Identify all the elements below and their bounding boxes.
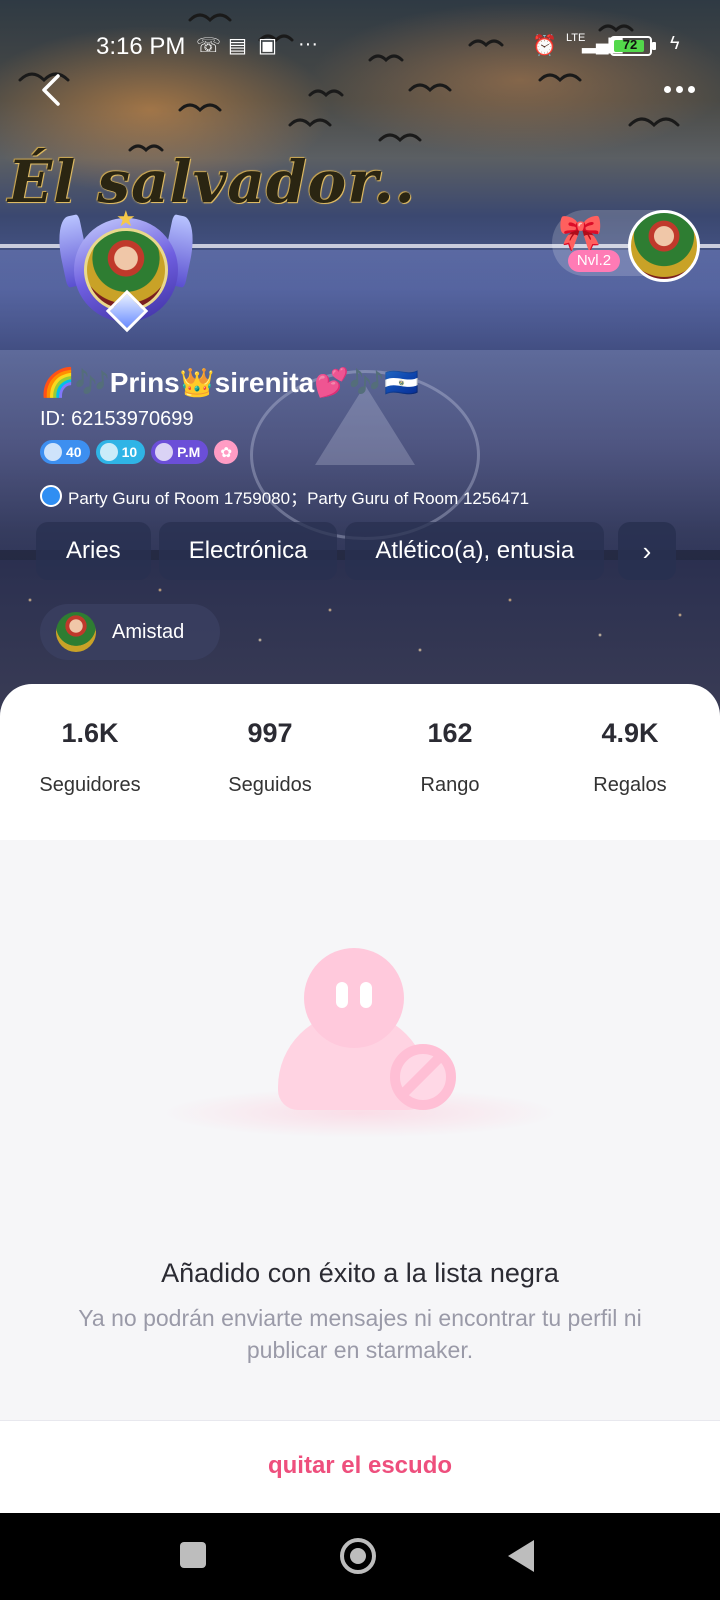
party-guru-info: Party Guru of Room 1759080；Party Guru of… (40, 484, 529, 508)
home-icon[interactable] (340, 1538, 376, 1574)
stat-rank[interactable]: 162 Rango (360, 712, 540, 797)
level-avatar[interactable] (628, 210, 700, 282)
diamond-level-badge[interactable]: 40 (40, 440, 90, 464)
message-icon: ▤ (228, 35, 247, 57)
bow-icon: 🎀 (558, 212, 603, 253)
party-guru-icon (40, 485, 62, 507)
diamond-icon (44, 443, 62, 461)
stat-label: Regalos (593, 774, 667, 796)
status-time: 3:16 PM (96, 33, 186, 60)
missed-call-icon: ☏ (196, 35, 222, 57)
family-badge[interactable]: P.M (151, 440, 209, 464)
status-bar: 3:16 PM ☏ ▤ ▣ ··· ⏰ LTE ▂▄▆ 72 ϟ (0, 28, 720, 64)
stat-value: 162 (427, 718, 473, 748)
stat-following[interactable]: 997 Seguidos (180, 712, 360, 797)
badge-label: 40 (66, 444, 82, 460)
battery-icon: 72 (610, 36, 652, 56)
stat-followers[interactable]: 1.6K Seguidores (0, 712, 180, 797)
badge-label: 10 (121, 444, 138, 460)
family-icon (155, 443, 174, 461)
gem-level-badge[interactable]: 10 (95, 440, 146, 464)
stat-label: Rango (420, 774, 480, 796)
user-id[interactable]: ID: 62153970699 (40, 408, 193, 431)
back-triangle-icon[interactable] (508, 1540, 534, 1572)
stat-label: Seguidores (39, 774, 141, 796)
stat-value: 1.6K (61, 718, 119, 748)
more-options-icon[interactable] (664, 80, 704, 100)
chevron-right-icon[interactable]: › (618, 522, 676, 580)
blocked-user-illustration (160, 948, 560, 1148)
stat-value: 997 (247, 718, 293, 748)
relation-label: Amistad (112, 620, 185, 643)
tag-electronica[interactable]: Electrónica (158, 522, 338, 580)
gem-icon (99, 443, 118, 461)
tag-atletico[interactable]: Atlético(a), entusia (345, 522, 605, 580)
avatar[interactable]: ★ (53, 206, 199, 336)
stat-value: 4.9K (601, 718, 659, 748)
more-notifications-icon: ··· (298, 33, 318, 55)
battery-percent: 72 (622, 37, 638, 52)
star-icon: ★ (116, 206, 136, 231)
flower-badge-icon[interactable]: ✿ (214, 440, 239, 464)
back-arrow-icon[interactable] (34, 72, 70, 108)
app-notification-icon: ▣ (258, 35, 277, 57)
relation-chip[interactable]: Amistad (40, 604, 220, 660)
profile-name: 🌈🎶Prins👑sirenita💕🎶🇸🇻 (40, 367, 419, 398)
badge-row: 40 10 P.M ✿ (40, 440, 239, 464)
level-label: Nvl.2 (568, 250, 620, 272)
tag-aries[interactable]: Aries (36, 522, 151, 580)
stat-gifts[interactable]: 4.9K Regalos (540, 712, 720, 797)
alarm-icon: ⏰ (532, 35, 557, 57)
stats-row: 1.6K Seguidores 997 Seguidos 162 Rango 4… (0, 712, 720, 797)
badge-label: P.M (177, 444, 201, 460)
charging-icon: ϟ (670, 33, 680, 53)
unblock-button[interactable]: quitar el escudo (0, 1452, 720, 1480)
blocked-description: Ya no podrán enviarte mensajes ni encont… (78, 1305, 642, 1363)
party-guru-text: Party Guru of Room 1759080；Party Guru of… (68, 488, 530, 508)
block-icon (390, 1044, 456, 1110)
interest-tags: Aries Electrónica Atlético(a), entusia (36, 522, 636, 580)
blocked-title: Añadido con éxito a la lista negra (161, 1258, 559, 1288)
recent-apps-icon[interactable] (180, 1542, 206, 1568)
battery-tip (652, 42, 656, 50)
stat-label: Seguidos (228, 774, 312, 796)
relation-avatar (56, 612, 96, 652)
